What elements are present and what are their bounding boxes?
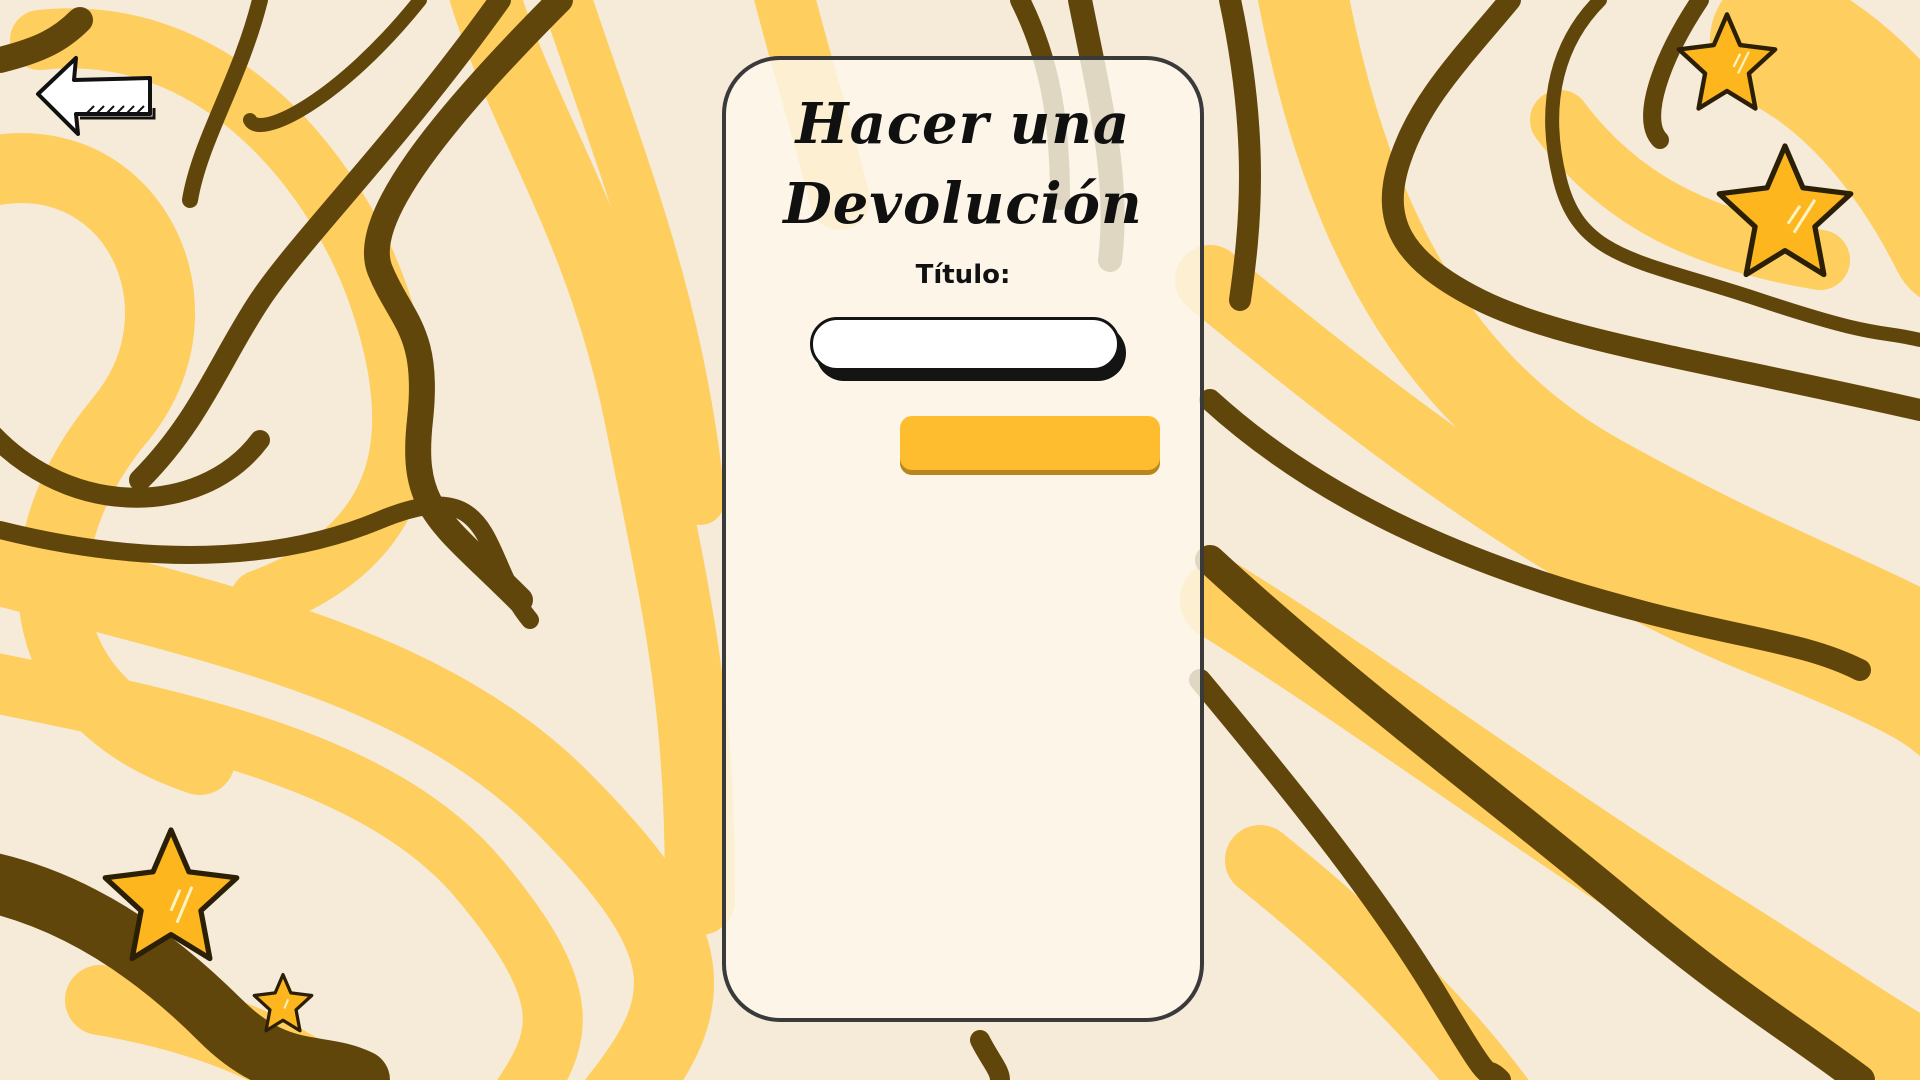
star-icon: [1716, 143, 1854, 278]
title-field-label: Título:: [915, 260, 1011, 290]
left-arrow-icon: [36, 56, 156, 136]
page-title-line1: Hacer una: [795, 91, 1131, 157]
page-title: Hacer una Devolución: [726, 84, 1200, 244]
star-icon: [1676, 12, 1778, 111]
page-title-line2: Devolución: [783, 171, 1143, 237]
submit-button[interactable]: [900, 416, 1160, 470]
back-button[interactable]: [30, 52, 160, 142]
star-icon: [252, 972, 314, 1033]
return-form-card: Hacer una Devolución Título:: [722, 56, 1204, 1022]
title-input[interactable]: [810, 317, 1120, 371]
star-icon: [102, 827, 240, 962]
